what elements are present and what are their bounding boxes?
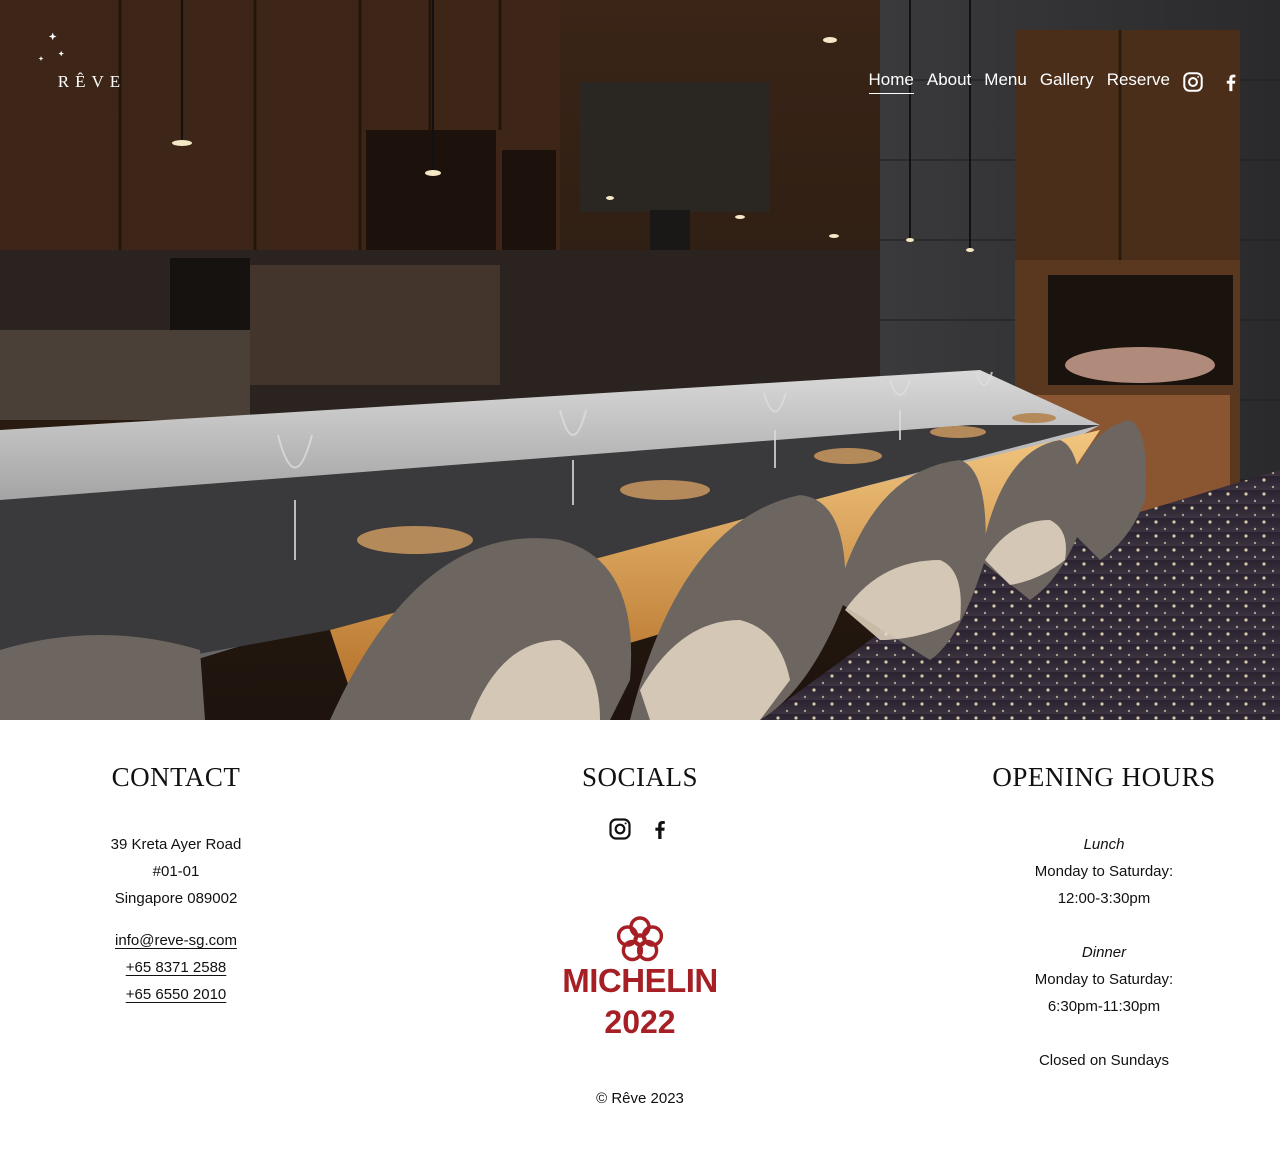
restaurant-interior-photo xyxy=(0,0,1280,720)
phone-link-1[interactable]: +65 8371 2588 xyxy=(126,954,227,981)
socials-heading: SOCIALS xyxy=(581,762,699,792)
nav-gallery[interactable]: Gallery xyxy=(1040,70,1094,94)
address-line-3: Singapore 089002 xyxy=(114,890,238,907)
reve-logo[interactable]: RÊVE xyxy=(34,26,154,142)
header-social-links xyxy=(1182,71,1242,93)
lunch-label: Lunch xyxy=(1083,836,1125,853)
main-nav: Home About Menu Gallery Reserve xyxy=(868,70,1170,94)
closed-note: Closed on Sundays xyxy=(1038,1052,1170,1069)
dinner-days: Monday to Saturday: xyxy=(1034,971,1174,988)
hero-banner: RÊVE Home About Menu Gallery Reserve xyxy=(0,0,1280,720)
nav-menu[interactable]: Menu xyxy=(984,70,1027,94)
nav-reserve[interactable]: Reserve xyxy=(1107,70,1170,94)
site-footer: CONTACT 39 Kreta Ayer Road #01-01 Singap… xyxy=(0,720,1280,1172)
email-link[interactable]: info@reve-sg.com xyxy=(115,927,237,954)
hours-heading: OPENING HOURS xyxy=(992,762,1216,792)
michelin-year: 2022 xyxy=(604,1004,676,1040)
logo-wordmark: RÊVE xyxy=(57,72,127,91)
michelin-badge: MICHELIN 2022 xyxy=(553,912,727,1042)
address-line-1: 39 Kreta Ayer Road xyxy=(110,836,242,853)
nav-home[interactable]: Home xyxy=(868,70,914,94)
michelin-word: MICHELIN xyxy=(562,962,718,999)
opening-hours-section: OPENING HOURS Lunch Monday to Saturday: … xyxy=(970,762,1238,1074)
copyright-text: © Rêve 2023 xyxy=(596,1090,684,1107)
footer-social-links xyxy=(540,817,740,841)
instagram-icon[interactable] xyxy=(608,817,632,841)
facebook-icon[interactable] xyxy=(648,817,672,841)
phone-link-2[interactable]: +65 6550 2010 xyxy=(126,981,227,1008)
lunch-time: 12:00-3:30pm xyxy=(1057,890,1151,907)
instagram-icon[interactable] xyxy=(1182,71,1204,93)
contact-section: CONTACT 39 Kreta Ayer Road #01-01 Singap… xyxy=(76,762,276,1008)
dinner-label: Dinner xyxy=(1081,944,1127,961)
lunch-days: Monday to Saturday: xyxy=(1034,863,1174,880)
address-line-2: #01-01 xyxy=(152,863,200,880)
nav-about[interactable]: About xyxy=(927,70,971,94)
dinner-time: 6:30pm-11:30pm xyxy=(1047,998,1161,1015)
facebook-icon[interactable] xyxy=(1220,71,1242,93)
socials-section: SOCIALS xyxy=(540,762,740,841)
contact-heading: CONTACT xyxy=(111,762,241,792)
